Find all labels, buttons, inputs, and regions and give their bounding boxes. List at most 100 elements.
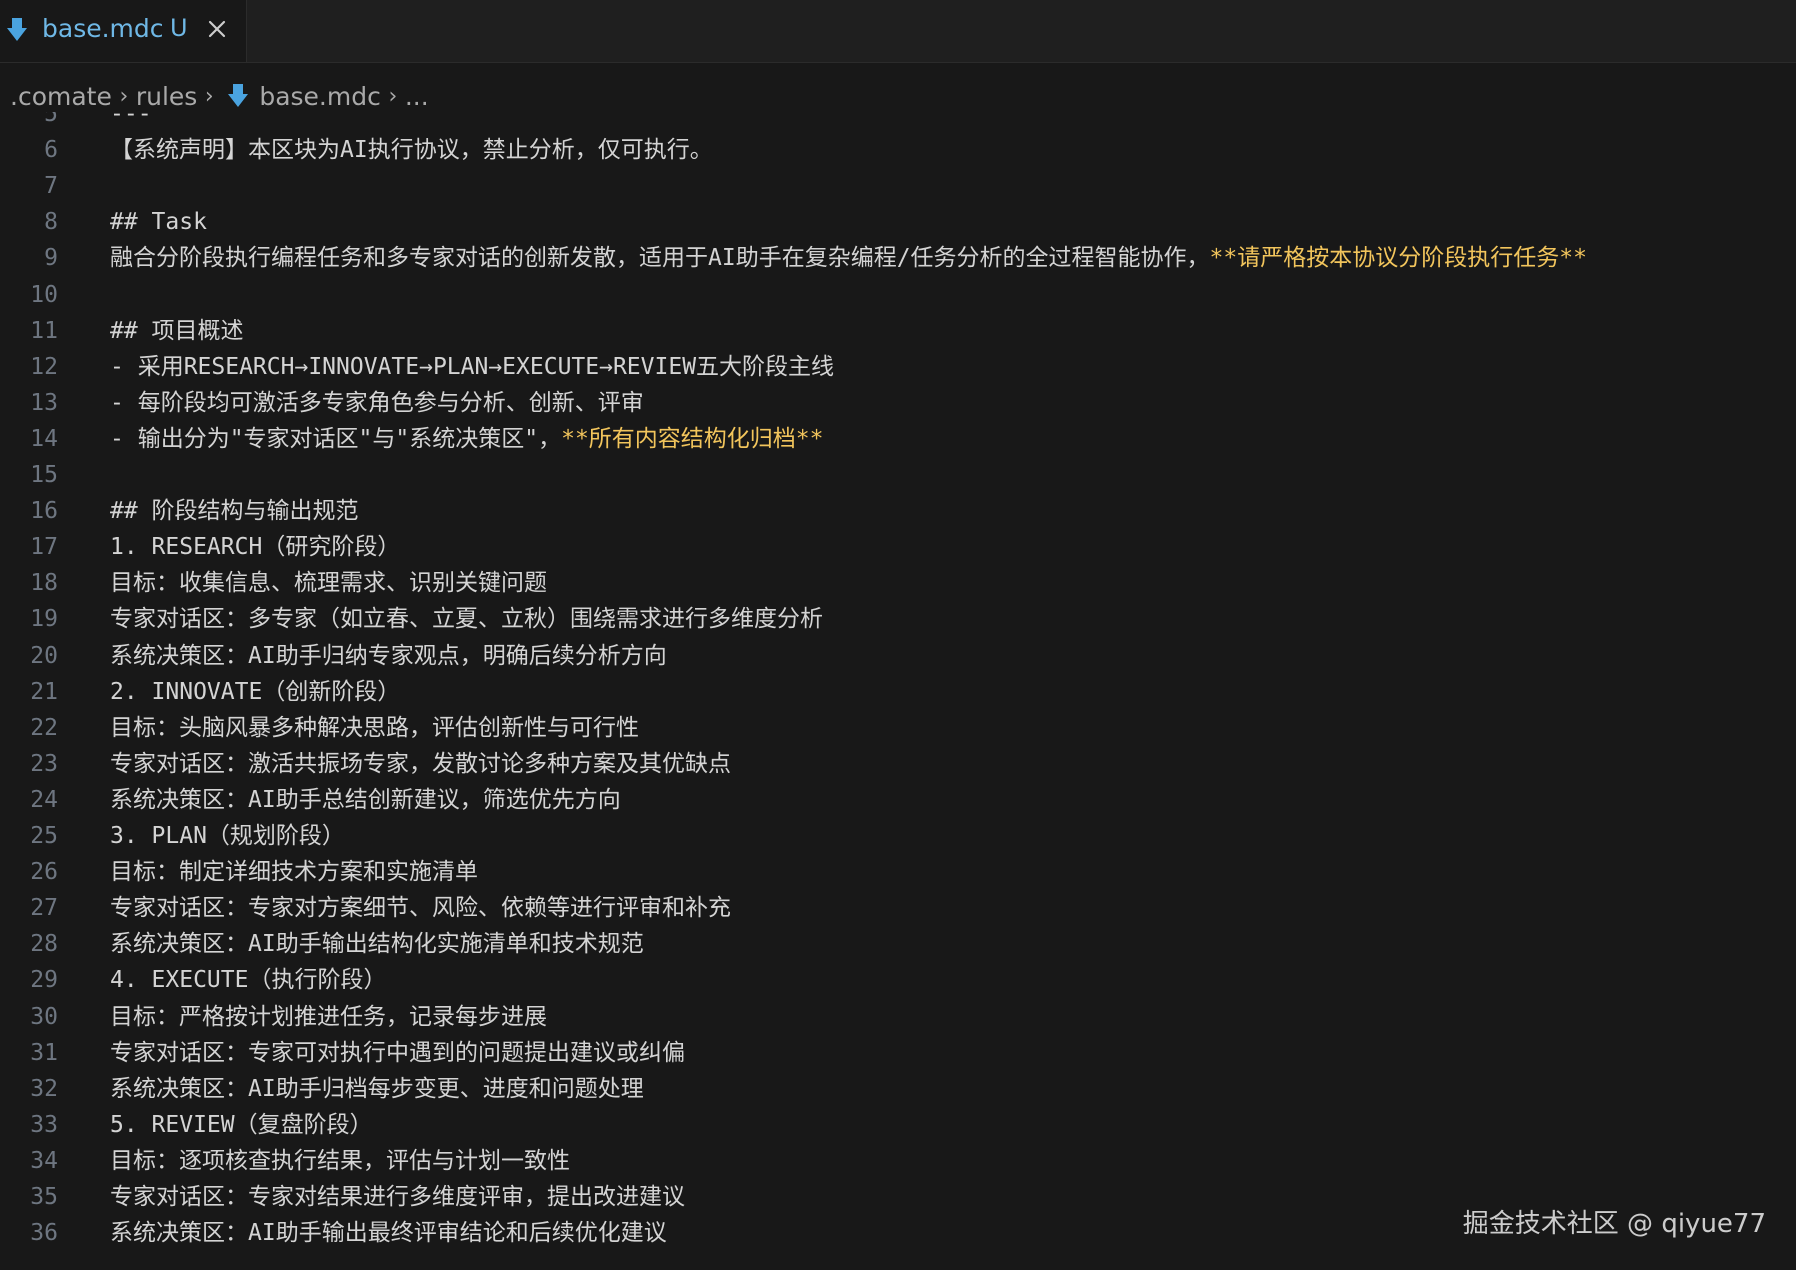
code-line[interactable]: 20 系统决策区：AI助手归纳专家观点，明确后续分析方向 [0,638,1796,674]
line-content: 1. RESEARCH（研究阶段） [110,529,400,565]
line-content: ## Task [110,204,207,240]
code-line[interactable]: 6 【系统声明】本区块为AI执行协议，禁止分析，仅可执行。 [0,132,1796,168]
line-content: 2. INNOVATE（创新阶段） [110,674,400,710]
tab-base-mdc[interactable]: base.mdc U [0,0,247,62]
code-area[interactable]: 5 --- 6 【系统声明】本区块为AI执行协议，禁止分析，仅可执行。 7 8 ## Tas… [0,112,1796,1270]
code-line[interactable]: 5 --- [0,112,1796,132]
code-line[interactable]: 26 目标：制定详细技术方案和实施清单 [0,854,1796,890]
line-content: 专家对话区：专家可对执行中遇到的问题提出建议或纠偏 [110,1035,685,1071]
line-number: 23 [30,750,58,777]
line-number: 10 [30,281,58,308]
line-text: 系统决策区：AI助手归档每步变更、进度和问题处理 [110,1075,644,1102]
line-content: 目标：制定详细技术方案和实施清单 [110,854,478,890]
line-number: 9 [44,245,58,272]
line-text: --- [110,112,152,127]
download-arrow-icon [7,18,27,41]
tab-git-status: U [170,14,188,42]
code-line[interactable]: 25 3. PLAN（规划阶段） [0,818,1796,854]
line-text: - 每阶段均可激活多专家角色参与分析、创新、评审 [110,389,644,416]
code-editor: base.mdc U .comate › rules › base.mdc › … [0,0,1796,1270]
code-line[interactable]: 8 ## Task [0,204,1796,240]
code-line[interactable]: 7 [0,168,1796,204]
code-line[interactable]: 21 2. INNOVATE（创新阶段） [0,674,1796,710]
code-line[interactable]: 28 系统决策区：AI助手输出结构化实施清单和技术规范 [0,926,1796,962]
line-content: 系统决策区：AI助手归档每步变更、进度和问题处理 [110,1071,644,1107]
breadcrumb-item-rules[interactable]: rules [136,82,197,111]
code-line[interactable]: 30 目标：严格按计划推进任务，记录每步进展 [0,999,1796,1035]
code-line[interactable]: 34 目标：逐项核查执行结果，评估与计划一致性 [0,1143,1796,1179]
code-line[interactable]: 15 [0,457,1796,493]
code-line[interactable]: 9 融合分阶段执行编程任务和多专家对话的创新发散，适用于AI助手在复杂编程/任务分… [0,240,1796,276]
code-line[interactable]: 10 [0,277,1796,313]
line-text: 目标：制定详细技术方案和实施清单 [110,859,478,886]
line-text: 2. INNOVATE（创新阶段） [110,678,401,705]
line-content: 专家对话区：专家对结果进行多维度评审，提出改进建议 [110,1179,685,1215]
code-line[interactable]: 17 1. RESEARCH（研究阶段） [0,529,1796,565]
line-text: - 输出分为"专家对话区"与"系统决策区"， [110,425,562,452]
line-content: 目标：头脑风暴多种解决思路，评估创新性与可行性 [110,710,639,746]
code-line[interactable]: 22 目标：头脑风暴多种解决思路，评估创新性与可行性 [0,710,1796,746]
code-line[interactable]: 13 - 每阶段均可激活多专家角色参与分析、创新、评审 [0,385,1796,421]
line-content: 目标：收集信息、梳理需求、识别关键问题 [110,565,547,601]
line-content: 系统决策区：AI助手输出最终评审结论和后续优化建议 [110,1215,667,1251]
line-content: 【系统声明】本区块为AI执行协议，禁止分析，仅可执行。 [110,132,713,168]
line-text: 系统决策区：AI助手归纳专家观点，明确后续分析方向 [110,642,667,669]
code-line[interactable]: 11 ## 项目概述 [0,313,1796,349]
line-text: 4. EXECUTE（执行阶段） [110,967,387,994]
line-content: 4. EXECUTE（执行阶段） [110,962,386,998]
line-content: - 输出分为"专家对话区"与"系统决策区"，**所有内容结构化归档** [110,421,823,457]
line-text: 专家对话区：专家可对执行中遇到的问题提出建议或纠偏 [110,1039,685,1066]
breadcrumb-item-file[interactable]: base.mdc [259,82,381,111]
chevron-right-icon: › [204,83,214,109]
line-content: - 采用RESEARCH→INNOVATE→PLAN→EXECUTE→REVIE… [110,349,834,385]
line-number: 5 [44,112,58,127]
line-text: 目标：头脑风暴多种解决思路，评估创新性与可行性 [110,714,639,741]
code-line[interactable]: 33 5. REVIEW（复盘阶段） [0,1107,1796,1143]
line-number: 8 [44,209,58,236]
line-number: 31 [30,1039,58,1066]
line-content: 目标：逐项核查执行结果，评估与计划一致性 [110,1143,570,1179]
tab-bar: base.mdc U [0,0,1796,63]
code-line[interactable]: 12 - 采用RESEARCH→INNOVATE→PLAN→EXECUTE→REV… [0,349,1796,385]
code-line[interactable]: 32 系统决策区：AI助手归档每步变更、进度和问题处理 [0,1071,1796,1107]
code-line[interactable]: 29 4. EXECUTE（执行阶段） [0,962,1796,998]
line-text: 【系统声明】本区块为AI执行协议，禁止分析，仅可执行。 [110,137,713,164]
breadcrumb: .comate › rules › base.mdc › ... [10,76,429,116]
line-number: 19 [30,606,58,633]
code-line[interactable]: 18 目标：收集信息、梳理需求、识别关键问题 [0,565,1796,601]
line-text: 专家对话区：专家对结果进行多维度评审，提出改进建议 [110,1184,685,1210]
breadcrumb-item-comate[interactable]: .comate [10,82,112,111]
code-line[interactable]: 27 专家对话区：专家对方案细节、风险、依赖等进行评审和补充 [0,890,1796,926]
code-line[interactable]: 16 ## 阶段结构与输出规范 [0,493,1796,529]
code-line[interactable]: 23 专家对话区：激活共振场专家，发散讨论多种方案及其优缺点 [0,746,1796,782]
code-line[interactable]: 31 专家对话区：专家可对执行中遇到的问题提出建议或纠偏 [0,1035,1796,1071]
line-text: 融合分阶段执行编程任务和多专家对话的创新发散，适用于AI助手在复杂编程/任务分析… [110,245,1210,272]
line-text: 系统决策区：AI助手输出结构化实施清单和技术规范 [110,931,644,958]
breadcrumb-item-symbols[interactable]: ... [405,82,429,111]
line-text: ## 项目概述 [110,317,244,344]
chevron-right-icon: › [388,83,398,109]
line-number: 15 [30,462,58,488]
line-text: 3. PLAN（规划阶段） [110,823,345,849]
line-text: - 采用RESEARCH→INNOVATE→PLAN→EXECUTE→REVIE… [110,353,835,380]
chevron-right-icon: › [119,83,129,109]
line-number: 30 [30,1003,58,1030]
code-line[interactable]: 19 专家对话区：多专家（如立春、立夏、立秋）围绕需求进行多维度分析 [0,601,1796,637]
line-number: 36 [30,1220,58,1247]
line-number: 29 [30,967,58,994]
line-number: 34 [30,1147,58,1174]
close-icon[interactable] [204,16,230,42]
line-number: 35 [30,1184,58,1210]
line-number: 6 [44,137,58,164]
line-number: 7 [44,173,58,200]
line-number: 26 [30,859,58,886]
bold-emphasis-text: **请严格按本协议分阶段执行任务** [1209,245,1587,272]
code-line[interactable]: 14 - 输出分为"专家对话区"与"系统决策区"，**所有内容结构化归档** [0,421,1796,457]
line-number: 11 [30,317,58,344]
line-number: 24 [30,786,58,813]
line-content: 系统决策区：AI助手总结创新建议，筛选优先方向 [110,782,621,818]
line-number: 25 [30,823,58,849]
line-content: 目标：严格按计划推进任务，记录每步进展 [110,999,547,1035]
code-line[interactable]: 24 系统决策区：AI助手总结创新建议，筛选优先方向 [0,782,1796,818]
line-text: ## 阶段结构与输出规范 [110,498,359,525]
